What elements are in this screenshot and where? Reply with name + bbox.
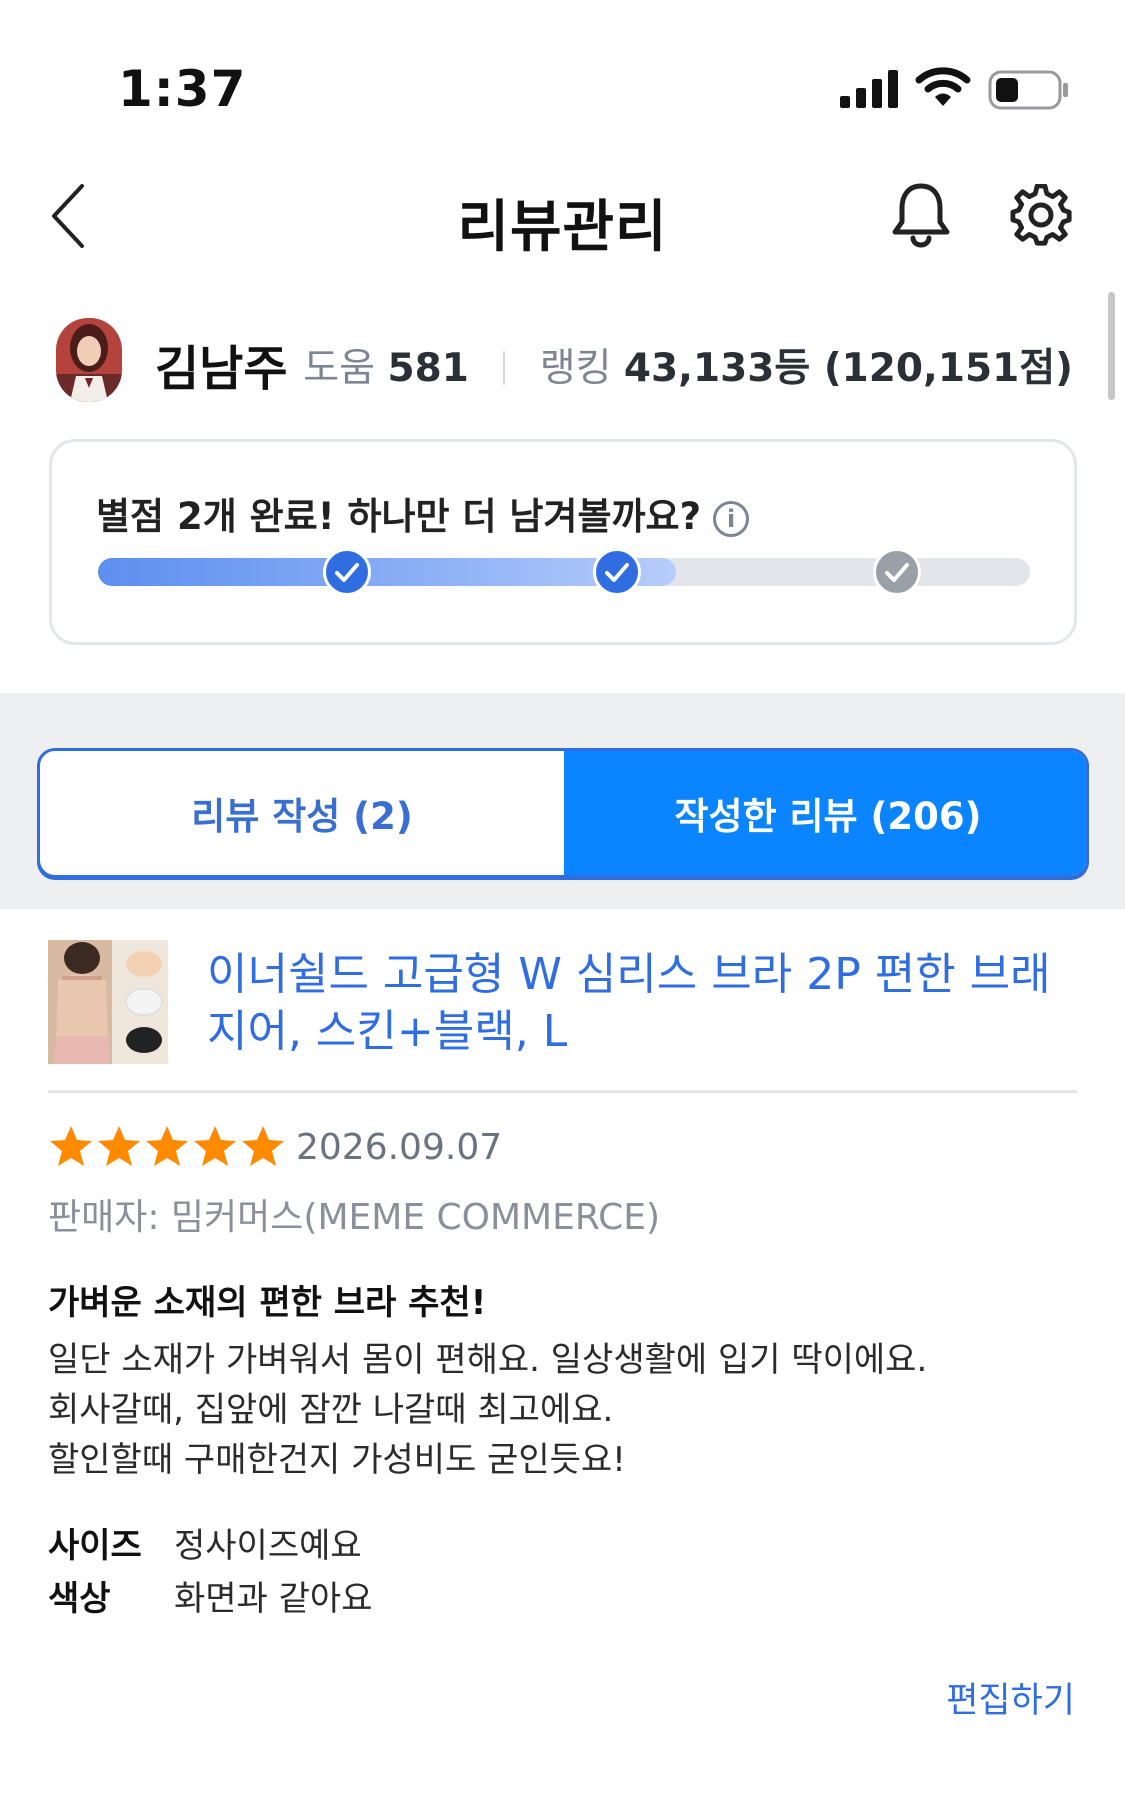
product-divider bbox=[48, 1090, 1077, 1093]
review-title: 가벼운 소재의 편한 브라 추천! bbox=[48, 1283, 487, 1323]
review-body-line: 회사갈때, 집앞에 잠깐 나갈때 최고에요. bbox=[48, 1390, 614, 1430]
progress-fill bbox=[98, 558, 676, 586]
star-icon bbox=[98, 1126, 140, 1166]
attribute-key: 색상 bbox=[48, 1579, 111, 1619]
product-item[interactable]: 이너쉴드 고급형 W 심리스 브라 2P 편한 브래지어, 스킨+블랙, L bbox=[0, 938, 1125, 1088]
edit-review-button[interactable]: 편집하기 bbox=[946, 1672, 1075, 1723]
cellular-signal-icon bbox=[840, 70, 898, 108]
seller-name: 판매자: 밈커머스(MEME COMMERCE) bbox=[48, 1197, 661, 1238]
help-count: 581 bbox=[387, 346, 469, 391]
wifi-icon bbox=[915, 67, 971, 106]
progress-step-3-check-icon bbox=[872, 548, 921, 596]
progress-message-text: 별점 2개 완료! 하나만 더 남겨볼까요? bbox=[96, 495, 702, 538]
bell-icon[interactable] bbox=[890, 180, 952, 248]
user-name: 김남주 bbox=[155, 341, 288, 397]
attribute-value: 화면과 같아요 bbox=[174, 1579, 373, 1619]
review-management-screen: 1:37 리뷰관리 김남주 도움 581 랭킹 43,133등 (120,151… bbox=[0, 0, 1125, 1807]
page-title: 리뷰관리 bbox=[457, 195, 668, 260]
progress-message: 별점 2개 완료! 하나만 더 남겨볼까요? i bbox=[96, 486, 750, 540]
stats-divider bbox=[503, 351, 506, 385]
attribute-row-size: 사이즈 정사이즈예요 bbox=[48, 1520, 373, 1573]
review-attributes: 사이즈 정사이즈예요 색상 화면과 같아요 bbox=[48, 1520, 373, 1626]
info-icon[interactable]: i bbox=[713, 501, 750, 537]
profile-summary: 김남주 도움 581 랭킹 43,133등 (120,151점) bbox=[0, 315, 1125, 405]
user-stats: 도움 581 랭킹 43,133등 (120,151점) bbox=[303, 337, 1073, 393]
rating-progress-card: 별점 2개 완료! 하나만 더 남겨볼까요? i bbox=[49, 439, 1077, 645]
tab-written-reviews[interactable]: 작성한 리뷰 (206) bbox=[564, 751, 1086, 875]
ranking-label: 랭킹 bbox=[539, 346, 612, 391]
gear-icon[interactable] bbox=[1010, 184, 1072, 246]
review-body-line: 할인할때 구매한건지 가성비도 굳인듯요! bbox=[48, 1440, 626, 1480]
star-icon bbox=[146, 1126, 188, 1166]
attribute-row-color: 색상 화면과 같아요 bbox=[48, 1573, 373, 1626]
avatar-image bbox=[56, 318, 122, 402]
product-name-link[interactable]: 이너쉴드 고급형 W 심리스 브라 2P 편한 브래지어, 스킨+블랙, L bbox=[207, 946, 1077, 1060]
star-rating bbox=[48, 1124, 286, 1168]
product-thumbnail[interactable] bbox=[48, 940, 168, 1064]
progress-step-2-check-icon bbox=[593, 548, 642, 596]
tab-write-review[interactable]: 리뷰 작성 (2) bbox=[40, 751, 564, 875]
status-bar: 1:37 bbox=[0, 0, 1125, 150]
review-date: 2026.09.07 bbox=[296, 1127, 503, 1168]
review-body: 일단 소재가 가벼워서 몸이 편해요. 일상생활에 입기 딱이에요. 회사갈때,… bbox=[48, 1335, 927, 1485]
star-icon bbox=[50, 1126, 92, 1166]
battery-icon bbox=[988, 70, 1068, 110]
review-body-line: 일단 소재가 가벼워서 몸이 편해요. 일상생활에 입기 딱이에요. bbox=[48, 1340, 928, 1380]
star-icon bbox=[194, 1126, 236, 1166]
review-tabs: 리뷰 작성 (2) 작성한 리뷰 (206) bbox=[37, 748, 1089, 878]
star-icon bbox=[242, 1126, 284, 1166]
attribute-key: 사이즈 bbox=[48, 1526, 142, 1566]
attribute-value: 정사이즈예요 bbox=[174, 1526, 362, 1566]
product-image bbox=[48, 940, 168, 1064]
avatar[interactable] bbox=[56, 318, 122, 402]
ranking-value: 43,133등 (120,151점) bbox=[623, 346, 1073, 391]
top-nav-bar: 리뷰관리 bbox=[0, 160, 1125, 270]
help-label: 도움 bbox=[303, 346, 376, 391]
progress-track bbox=[98, 548, 1030, 596]
status-time: 1:37 bbox=[118, 60, 247, 118]
progress-step-1-check-icon bbox=[322, 548, 371, 596]
